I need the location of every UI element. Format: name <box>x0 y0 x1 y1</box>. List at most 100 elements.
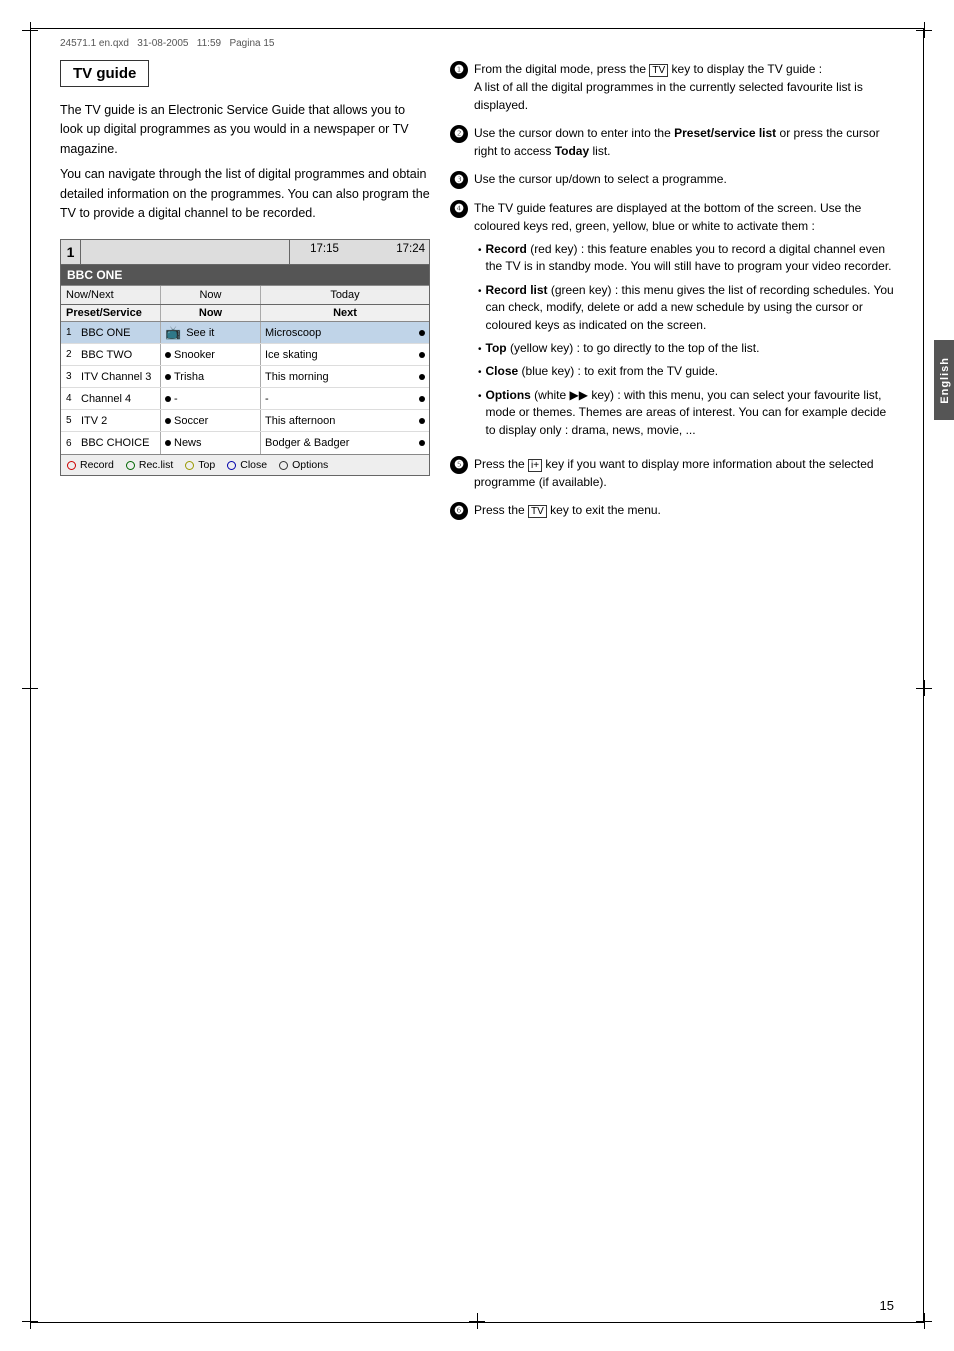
intro-p1: The TV guide is an Electronic Service Gu… <box>60 101 430 159</box>
bullet-close-text: Close (blue key) : to exit from the TV g… <box>486 363 719 380</box>
tg-top-button[interactable]: Top <box>185 459 215 471</box>
crosshair-top-left <box>22 22 38 38</box>
top-circle-icon <box>185 461 194 470</box>
tg-options-button[interactable]: Options <box>279 459 328 471</box>
intro-p2: You can navigate through the list of dig… <box>60 165 430 223</box>
tg-now-cell: Soccer <box>161 410 261 431</box>
tg-next-cell: This morning <box>261 366 429 387</box>
options-circle-icon <box>279 461 288 470</box>
bullet-dot-icon: • <box>478 244 482 259</box>
bullet-close: • Close (blue key) : to exit from the TV… <box>478 363 899 381</box>
step-number-4: ❹ <box>450 200 468 218</box>
table-row: 3 ITV Channel 3 Trisha This morning <box>61 366 429 388</box>
tg-data-rows: 1 BBC ONE 📺 See it Microscoop 2 <box>61 322 429 454</box>
step-text-2: Use the cursor down to enter into the Pr… <box>474 124 899 160</box>
feature-bullets: • Record (red key) : this feature enable… <box>478 241 899 439</box>
step-text-1: From the digital mode, press the TV key … <box>474 60 899 114</box>
table-row: 2 BBC TWO Snooker Ice skating <box>61 344 429 366</box>
tg-sub-today: Today <box>261 286 429 304</box>
info-key-icon: i+ <box>528 459 542 472</box>
instruction-step-1: ❶ From the digital mode, press the TV ke… <box>450 60 899 114</box>
tg-channel-number: 1 <box>61 240 81 264</box>
tg-next-cell: Ice skating <box>261 344 429 365</box>
bullet-icon <box>419 396 425 402</box>
page-metadata: 24571.1 en.qxd 31-08-2005 11:59 Pagina 1… <box>60 38 274 49</box>
bullet-dot-icon: • <box>478 390 482 405</box>
instruction-step-4: ❹ The TV guide features are displayed at… <box>450 199 899 445</box>
bullet-icon <box>165 440 171 446</box>
tg-col-next: Next <box>261 305 429 321</box>
table-row: 4 Channel 4 - - <box>61 388 429 410</box>
crosshair-top-right <box>916 22 932 38</box>
table-row: 1 BBC ONE 📺 See it Microscoop <box>61 322 429 344</box>
step-number-1: ❶ <box>450 61 468 79</box>
bullet-dot-icon: • <box>478 343 482 358</box>
instructions-list: ❶ From the digital mode, press the TV ke… <box>450 60 899 520</box>
tg-close-button[interactable]: Close <box>227 459 267 471</box>
step-text-3: Use the cursor up/down to select a progr… <box>474 170 899 188</box>
tg-next-cell: This afternoon <box>261 410 429 431</box>
table-row: 6 BBC CHOICE News Bodger & Badger <box>61 432 429 454</box>
intro-paragraph: The TV guide is an Electronic Service Gu… <box>60 101 430 223</box>
tg-bottom-bar: Record Rec.list Top Close Options <box>61 454 429 475</box>
tg-header-row: 1 17:15 17:24 <box>61 240 429 265</box>
tg-preset-cell: 2 BBC TWO <box>61 344 161 365</box>
top-label: Top <box>198 459 215 471</box>
record-label: Record <box>80 459 114 471</box>
bullet-top-text: Top (yellow key) : to go directly to the… <box>486 340 760 357</box>
close-label: Close <box>240 459 267 471</box>
tg-next-cell: Microscoop <box>261 322 429 343</box>
record-circle-icon <box>67 461 76 470</box>
bullet-icon <box>165 396 171 402</box>
page-border-right <box>923 28 924 1323</box>
tg-preset-cell: 1 BBC ONE <box>61 322 161 343</box>
page-border-left <box>30 28 31 1323</box>
step-number-6: ❻ <box>450 502 468 520</box>
step-text-5: Press the i+ key if you want to display … <box>474 455 899 491</box>
close-circle-icon <box>227 461 236 470</box>
tg-now-cell: - <box>161 388 261 409</box>
tg-now-cell: News <box>161 432 261 454</box>
page-border-top <box>30 28 924 29</box>
section-title: TV guide <box>73 65 136 82</box>
crosshair-center-bottom <box>469 1313 485 1329</box>
bullet-record-list-text: Record list (green key) : this menu give… <box>486 282 899 334</box>
page-number: 15 <box>880 1298 894 1313</box>
bullet-icon <box>165 418 171 424</box>
bullet-record-list: • Record list (green key) : this menu gi… <box>478 282 899 334</box>
crosshair-right-mid <box>916 680 932 696</box>
tg-record-button[interactable]: Record <box>67 459 114 471</box>
bullet-record-text: Record (red key) : this feature enables … <box>486 241 899 276</box>
section-title-box: TV guide <box>60 60 149 87</box>
bullet-icon <box>419 374 425 380</box>
right-column: ❶ From the digital mode, press the TV ke… <box>450 60 899 530</box>
bullet-icon <box>165 352 171 358</box>
step-number-3: ❸ <box>450 171 468 189</box>
bullet-record: • Record (red key) : this feature enable… <box>478 241 899 276</box>
bullet-top: • Top (yellow key) : to go directly to t… <box>478 340 899 358</box>
bullet-options-text: Options (white ▶▶ key) : with this menu,… <box>486 387 899 439</box>
bullet-icon <box>419 418 425 424</box>
tg-now-cell: 📺 See it <box>161 322 261 343</box>
tg-col-now: Now <box>161 305 261 321</box>
instruction-step-6: ❻ Press the TV key to exit the menu. <box>450 501 899 520</box>
tg-now-cell: Trisha <box>161 366 261 387</box>
instruction-step-5: ❺ Press the i+ key if you want to displa… <box>450 455 899 491</box>
content-area: TV guide The TV guide is an Electronic S… <box>60 60 899 1296</box>
tg-time1: 17:15 <box>289 240 359 264</box>
tg-preset-cell: 4 Channel 4 <box>61 388 161 409</box>
step-number-5: ❺ <box>450 456 468 474</box>
tg-now-next-header: Now/Next Now Today <box>61 286 429 305</box>
english-language-tab: English <box>934 340 954 420</box>
bullet-icon <box>419 440 425 446</box>
table-row: 5 ITV 2 Soccer This afternoon <box>61 410 429 432</box>
bullet-icon <box>419 330 425 336</box>
tv-program-icon: 📺 <box>165 325 181 341</box>
bullet-icon <box>165 374 171 380</box>
bullet-icon <box>419 352 425 358</box>
tg-header-spacer <box>81 240 289 264</box>
tg-preset-cell: 5 ITV 2 <box>61 410 161 431</box>
menu-key-icon: TV <box>528 505 547 518</box>
step-text-6: Press the TV key to exit the menu. <box>474 501 899 519</box>
tg-reclist-button[interactable]: Rec.list <box>126 459 173 471</box>
